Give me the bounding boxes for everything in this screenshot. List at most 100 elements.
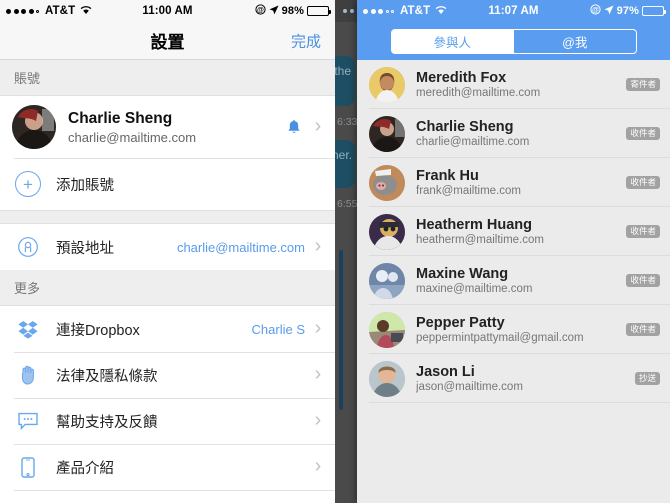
contact-email: heatherm@mailtime.com <box>416 234 544 246</box>
signal-strength-icon <box>6 8 39 14</box>
avatar <box>369 66 405 103</box>
avatar <box>369 213 405 250</box>
list-item[interactable]: Frank Hu frank@mailtime.com 收件者 <box>357 158 670 207</box>
contact-name: Pepper Patty <box>416 315 505 331</box>
avatar <box>369 115 405 152</box>
status-badge: 收件者 <box>626 126 660 141</box>
chevron-right-icon <box>313 367 323 384</box>
svg-text:@: @ <box>592 7 599 14</box>
legal-privacy-row[interactable]: 法律及隱私條款 <box>0 352 335 398</box>
chevron-right-icon <box>313 413 323 430</box>
contact-email: frank@mailtime.com <box>416 185 521 197</box>
list-item[interactable]: Pepper Patty peppermintpattymail@gmail.c… <box>357 305 670 354</box>
account-row[interactable]: Charlie Sheng charlie@mailtime.com <box>0 96 335 158</box>
wifi-icon <box>80 5 92 18</box>
carrier-label: AT&T <box>45 5 76 17</box>
contact-email: meredith@mailtime.com <box>416 87 541 99</box>
segmented-control[interactable]: 參與人 @我 <box>390 28 637 54</box>
battery-icon <box>307 6 331 16</box>
contact-text: Charlie Sheng charlie@mailtime.com <box>416 119 620 148</box>
settings-screen: AT&T 11:00 AM @ 98% 設置 完成 賬號 Charlie She… <box>0 0 335 503</box>
participants-sheet: AT&T 11:07 AM @ 97% 參與人 @我 Meredith Fox … <box>357 0 670 503</box>
tab-mentions[interactable]: @我 <box>513 29 636 53</box>
contact-name: Meredith Fox <box>416 70 507 86</box>
help-feedback-label: 幫助支持及反饋 <box>56 414 158 431</box>
dropbox-icon <box>14 315 42 343</box>
product-intro-row[interactable]: 產品介紹 <box>0 444 335 490</box>
connect-dropbox-label: 連接Dropbox <box>56 322 140 339</box>
contact-name: Charlie Sheng <box>416 119 514 135</box>
backdrop-chat-bubble: ner. <box>335 140 355 188</box>
list-item[interactable]: Heatherm Huang heatherm@mailtime.com 收件者 <box>357 207 670 256</box>
battery-percent-label: 97% <box>616 5 639 17</box>
connect-dropbox-value: Charlie S <box>251 321 305 337</box>
backdrop-chat-timestamp: 6:33 <box>337 116 358 128</box>
account-email: charlie@mailtime.com <box>68 129 197 145</box>
backdrop-chat-timestamp: 6:55 <box>337 198 358 210</box>
account-name: Charlie Sheng <box>68 109 173 127</box>
connect-dropbox-row[interactable]: 連接Dropbox Charlie S <box>0 306 335 352</box>
default-address-label: 預設地址 <box>56 240 114 257</box>
avatar <box>12 105 56 149</box>
participants-screen: the 6:33 ner. 6:55 AT&T 11:07 AM @ 97% 參… <box>335 0 670 503</box>
carrier-label: AT&T <box>400 5 431 17</box>
location-services-icon <box>269 5 279 18</box>
contact-text: Jason Li jason@mailtime.com <box>416 364 629 393</box>
list-item[interactable]: Jason Li jason@mailtime.com 抄送 <box>357 354 670 403</box>
help-feedback-row[interactable]: 幫助支持及反饋 <box>0 398 335 444</box>
list-item[interactable]: Meredith Fox meredith@mailtime.com 寄件者 <box>357 60 670 109</box>
avatar <box>369 360 405 397</box>
contact-text: Frank Hu frank@mailtime.com <box>416 168 620 197</box>
status-bar-right: AT&T 11:07 AM @ 97% <box>357 0 670 22</box>
battery-percent-label: 98% <box>281 5 304 17</box>
chevron-right-icon <box>313 239 323 256</box>
status-badge: 寄件者 <box>626 77 660 92</box>
nav-bar: 設置 完成 <box>0 22 335 60</box>
section-gap-1 <box>0 210 335 224</box>
status-badge: 收件者 <box>626 175 660 190</box>
contact-name: Frank Hu <box>416 168 479 184</box>
avatar <box>369 262 405 299</box>
add-account-label: 添加賬號 <box>56 177 114 194</box>
contact-name: Heatherm Huang <box>416 217 533 233</box>
list-item[interactable]: Maxine Wang maxine@mailtime.com 收件者 <box>357 256 670 305</box>
tab-participants[interactable]: 參與人 <box>391 29 513 53</box>
alarm-icon: @ <box>590 4 601 18</box>
contact-text: Meredith Fox meredith@mailtime.com <box>416 70 620 99</box>
contact-email: charlie@mailtime.com <box>416 136 530 148</box>
avatar <box>369 164 405 201</box>
status-bar-right: @ 98% <box>255 4 331 18</box>
status-badge: 收件者 <box>626 322 660 337</box>
account-text: Charlie Sheng charlie@mailtime.com <box>68 110 287 145</box>
default-address-value: charlie@mailtime.com <box>176 239 305 255</box>
contact-text: Pepper Patty peppermintpattymail@gmail.c… <box>416 315 620 344</box>
status-bar-signal: AT&T <box>363 5 447 18</box>
contact-mailtime-row[interactable]: 聯繫 MailTime 團隊 <box>0 490 335 503</box>
section-header-accounts: 賬號 <box>0 60 335 96</box>
default-address-row[interactable]: 預設地址 charlie@mailtime.com <box>0 224 335 270</box>
plus-circle-icon: + <box>14 170 42 198</box>
done-button[interactable]: 完成 <box>291 30 321 51</box>
chevron-right-icon <box>313 321 323 338</box>
status-badge: 收件者 <box>626 224 660 239</box>
svg-text:@: @ <box>257 7 264 14</box>
hand-icon <box>14 361 42 389</box>
battery-icon <box>642 6 666 16</box>
signal-strength-icon <box>363 8 394 14</box>
at-circle-icon <box>14 233 42 261</box>
section-header-more: 更多 <box>0 270 335 306</box>
participants-list[interactable]: Meredith Fox meredith@mailtime.com 寄件者 C… <box>357 60 670 503</box>
bell-icon[interactable] <box>287 119 301 135</box>
contact-email: maxine@mailtime.com <box>416 283 533 295</box>
add-account-row[interactable]: + 添加賬號 <box>0 158 335 210</box>
list-item[interactable]: Charlie Sheng charlie@mailtime.com 收件者 <box>357 109 670 158</box>
pencil-icon <box>14 499 42 503</box>
status-bar-signal: AT&T <box>6 5 92 18</box>
chevron-right-icon <box>313 119 323 136</box>
backdrop-chat-bubble: the <box>335 56 355 106</box>
legal-privacy-label: 法律及隱私條款 <box>56 368 158 385</box>
contact-name: Jason Li <box>416 364 475 380</box>
segmented-control-bar: 參與人 @我 <box>357 22 670 60</box>
backdrop-chat-bar <box>339 250 343 410</box>
screenshot-root: AT&T 11:00 AM @ 98% 設置 完成 賬號 Charlie She… <box>0 0 670 503</box>
